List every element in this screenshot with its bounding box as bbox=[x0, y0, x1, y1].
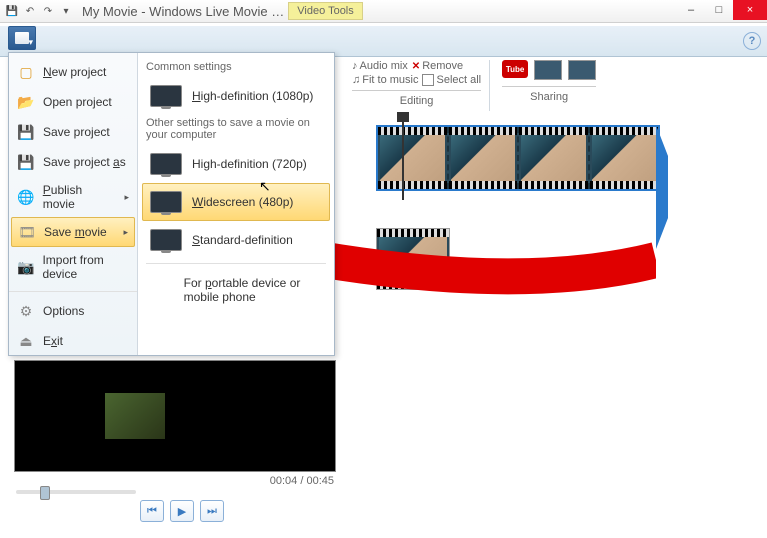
timeline-clip-1[interactable] bbox=[376, 125, 660, 191]
seek-bar[interactable] bbox=[16, 490, 136, 494]
menu-import-from-device[interactable]: 📷Import from device bbox=[9, 247, 137, 287]
help-button[interactable]: ? bbox=[743, 32, 761, 50]
cursor-icon: ↖ bbox=[259, 178, 271, 195]
window-title: My Movie - Windows Live Movie … bbox=[82, 4, 284, 19]
menu-new-project[interactable]: ▢New project bbox=[9, 57, 137, 87]
audio-mix-item[interactable]: ♪ Audio mix bbox=[352, 60, 408, 72]
submenu-arrow-icon: ▸ bbox=[123, 227, 128, 238]
option-portable-device[interactable]: For portable device or mobile phone bbox=[146, 268, 326, 312]
play-button[interactable]: ▶ bbox=[170, 500, 194, 522]
menu-save-project[interactable]: 💾Save project bbox=[9, 117, 137, 147]
next-frame-button[interactable]: ⏭ bbox=[200, 500, 224, 522]
share-thumb-2-icon[interactable] bbox=[568, 60, 596, 80]
globe-icon: 🌐 bbox=[17, 188, 35, 206]
contextual-tab-label[interactable]: Video Tools bbox=[288, 2, 362, 20]
menu-options[interactable]: ⚙Options bbox=[9, 296, 137, 326]
option-widescreen-480p[interactable]: Widescreen (480p) bbox=[142, 183, 330, 221]
common-settings-header: Common settings bbox=[146, 61, 326, 73]
clip-end-marker bbox=[656, 125, 668, 249]
other-settings-header: Other settings to save a movie on your c… bbox=[146, 117, 326, 141]
menu-exit[interactable]: ⏏Exit bbox=[9, 326, 137, 356]
prev-frame-button[interactable]: ⏮ bbox=[140, 500, 164, 522]
menu-separator bbox=[9, 291, 137, 292]
qat-save-icon[interactable]: 💾 bbox=[4, 3, 20, 19]
close-button[interactable]: × bbox=[733, 0, 767, 20]
option-hd-1080p[interactable]: High-definition (1080p) bbox=[146, 77, 326, 115]
youtube-icon[interactable]: Tube bbox=[502, 60, 528, 78]
save-icon: 💾 bbox=[17, 123, 35, 141]
monitor-icon bbox=[150, 153, 182, 175]
seek-thumb[interactable] bbox=[40, 486, 50, 500]
ribbon-group-editing: ♪ Audio mix ✕Remove ♫ Fit to music Selec… bbox=[344, 60, 490, 111]
save-movie-submenu: Common settings High-definition (1080p) … bbox=[138, 53, 334, 355]
menu-save-project-as[interactable]: 💾Save project as bbox=[9, 147, 137, 177]
group-label-sharing: Sharing bbox=[530, 91, 568, 103]
save-as-icon: 💾 bbox=[17, 153, 35, 171]
maximize-button[interactable]: □ bbox=[705, 0, 733, 20]
option-hd-720p[interactable]: High-definition (720p) bbox=[146, 145, 326, 183]
window-controls: – □ × bbox=[677, 0, 767, 20]
file-menu-button[interactable] bbox=[8, 26, 36, 50]
preview-frame bbox=[105, 393, 165, 439]
file-menu-left-pane: ▢New project 📂Open project 💾Save project… bbox=[9, 53, 138, 355]
titlebar: 💾 ↶ ↷ ▾ My Movie - Windows Live Movie … … bbox=[0, 0, 767, 23]
ribbon-groups: ♪ Audio mix ✕Remove ♫ Fit to music Selec… bbox=[344, 60, 604, 111]
qat-dropdown-icon[interactable]: ▾ bbox=[58, 3, 74, 19]
playback-time: 00:04 / 00:45 bbox=[14, 475, 334, 487]
option-standard-definition[interactable]: Standard-definition bbox=[146, 221, 326, 259]
monitor-icon bbox=[150, 85, 182, 107]
minimize-button[interactable]: – bbox=[677, 0, 705, 20]
monitor-icon bbox=[150, 191, 182, 213]
quick-access-toolbar: 💾 ↶ ↷ ▾ bbox=[4, 3, 74, 19]
select-all-item[interactable]: Select all bbox=[422, 74, 481, 86]
video-preview[interactable] bbox=[14, 360, 336, 472]
file-menu-dropdown: ▢New project 📂Open project 💾Save project… bbox=[8, 52, 335, 356]
submenu-separator bbox=[146, 263, 326, 264]
qat-undo-icon[interactable]: ↶ bbox=[22, 3, 38, 19]
group-label-editing: Editing bbox=[400, 95, 434, 107]
submenu-arrow-icon: ▸ bbox=[124, 192, 129, 203]
remove-item[interactable]: ✕Remove bbox=[412, 60, 463, 72]
ribbon-group-sharing: Tube Sharing bbox=[494, 60, 604, 111]
fit-to-music-item[interactable]: ♫ Fit to music bbox=[352, 74, 418, 86]
timeline-clip-2[interactable] bbox=[376, 228, 448, 288]
menu-publish-movie[interactable]: 🌐Publish movie▸ bbox=[9, 177, 137, 217]
qat-redo-icon[interactable]: ↷ bbox=[40, 3, 56, 19]
share-thumb-1-icon[interactable] bbox=[534, 60, 562, 80]
import-icon: 📷 bbox=[17, 258, 34, 276]
playback-controls: ⏮ ▶ ⏭ bbox=[140, 500, 224, 522]
menu-open-project[interactable]: 📂Open project bbox=[9, 87, 137, 117]
menu-save-movie[interactable]: 🎞Save movie▸ bbox=[11, 217, 135, 247]
folder-open-icon: 📂 bbox=[17, 93, 35, 111]
monitor-icon bbox=[150, 229, 182, 251]
exit-icon: ⏏ bbox=[17, 332, 35, 350]
playhead-marker[interactable] bbox=[402, 112, 404, 200]
film-icon: 🎞 bbox=[18, 223, 36, 241]
options-icon: ⚙ bbox=[17, 302, 35, 320]
new-icon: ▢ bbox=[17, 63, 35, 81]
menu-label: ew project bbox=[52, 65, 107, 79]
